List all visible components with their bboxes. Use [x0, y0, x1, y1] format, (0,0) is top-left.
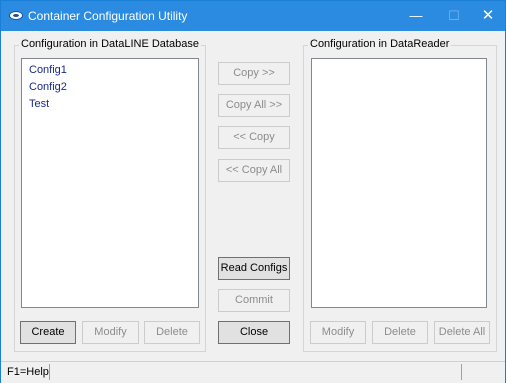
copy-all-left-button[interactable]: << Copy All	[218, 159, 290, 182]
status-bar: F1=Help	[1, 361, 505, 383]
copy-right-button[interactable]: Copy >>	[218, 62, 290, 85]
commit-button[interactable]: Commit	[218, 289, 290, 312]
main-window: Container Configuration Utility — ☐ ✕ Co…	[0, 0, 506, 383]
copy-all-right-button[interactable]: Copy All >>	[218, 94, 290, 117]
list-item[interactable]: Config1	[22, 62, 198, 79]
datareader-group: Configuration in DataReader Modify Delet…	[303, 38, 497, 352]
read-configs-button[interactable]: Read Configs	[218, 257, 290, 280]
dataline-config-list[interactable]: Config1 Config2 Test	[21, 58, 199, 308]
modify-right-button[interactable]: Modify	[310, 321, 366, 344]
delete-all-button[interactable]: Delete All	[434, 321, 490, 344]
title-bar[interactable]: Container Configuration Utility — ☐ ✕	[1, 1, 505, 31]
app-icon	[9, 11, 23, 20]
datareader-group-label: Configuration in DataReader	[308, 38, 452, 50]
delete-left-button[interactable]: Delete	[144, 321, 200, 344]
help-status-text: F1=Help	[7, 366, 49, 378]
copy-left-button[interactable]: << Copy	[218, 126, 290, 149]
dataline-database-group-label: Configuration in DataLINE Database	[19, 38, 201, 50]
create-button[interactable]: Create	[20, 321, 76, 344]
close-button[interactable]: Close	[218, 321, 290, 344]
maximize-button[interactable]: ☐	[437, 1, 471, 31]
list-item[interactable]: Test	[22, 96, 198, 113]
window-title: Container Configuration Utility	[28, 9, 188, 23]
modify-left-button[interactable]: Modify	[82, 321, 139, 344]
minimize-button[interactable]: —	[399, 1, 433, 31]
status-divider	[461, 364, 462, 380]
datareader-config-list[interactable]	[311, 58, 487, 308]
list-item[interactable]: Config2	[22, 79, 198, 96]
close-window-button[interactable]: ✕	[471, 1, 505, 31]
delete-right-button[interactable]: Delete	[372, 321, 428, 344]
status-divider	[49, 364, 50, 380]
dataline-database-group: Configuration in DataLINE Database Confi…	[14, 38, 206, 352]
